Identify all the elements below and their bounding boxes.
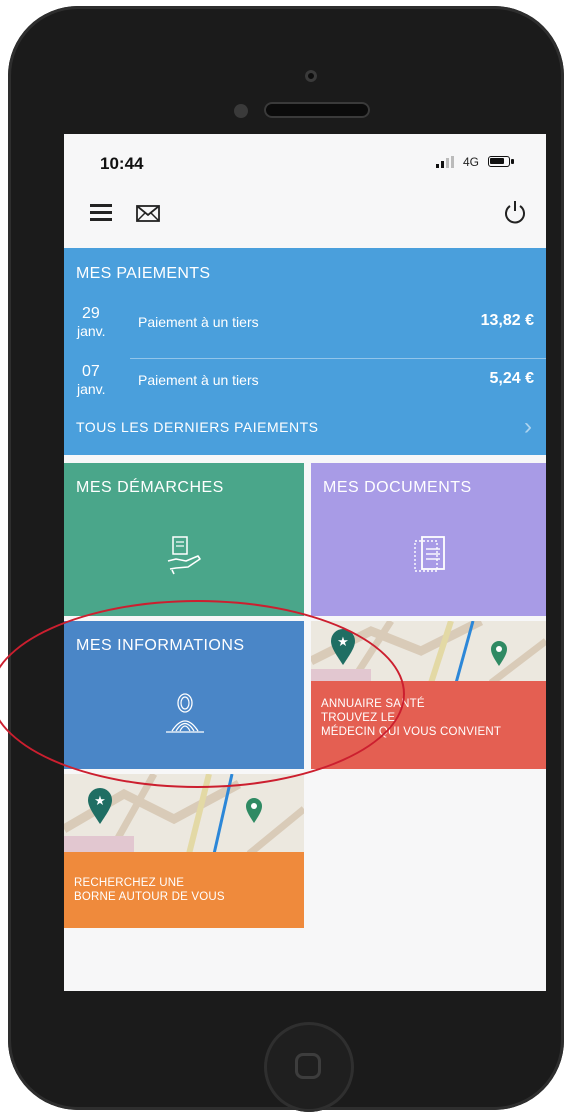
payments-title: MES PAIEMENTS	[76, 265, 211, 282]
demarches-tile[interactable]: MES DÉMARCHES	[64, 463, 304, 616]
network-label: 4G	[463, 155, 480, 169]
document-stack-icon	[414, 536, 445, 572]
camera-icon	[305, 70, 317, 82]
annuaire-line-2: TROUVEZ LE	[321, 712, 396, 724]
payment-label: Paiement à un tiers	[138, 314, 259, 330]
home-button[interactable]	[264, 1022, 354, 1112]
chevron-right-icon[interactable]: ›	[524, 413, 532, 441]
payments-tile[interactable]: MES PAIEMENTS 29 janv. Paiement à un tie…	[64, 248, 546, 455]
payment-amount: 5,24 €	[489, 370, 534, 387]
speaker-grill	[264, 102, 370, 118]
power-icon[interactable]	[503, 199, 527, 225]
all-payments-link[interactable]: TOUS LES DERNIERS PAIEMENTS	[76, 419, 318, 435]
annuaire-line-3: MÉDECIN QUI VOUS CONVIENT	[321, 726, 502, 738]
annuaire-line-1: ANNUAIRE SANTÉ	[321, 698, 425, 710]
demarches-label: MES DÉMARCHES	[76, 479, 224, 496]
payment-day: 29	[82, 305, 100, 322]
borne-line-1: RECHERCHEZ UNE	[74, 877, 185, 889]
informations-label: MES INFORMATIONS	[76, 637, 245, 654]
annuaire-tile[interactable]: ★ ANNUAIRE SANTÉ TROUVEZ LE MÉDECIN QUI …	[311, 621, 546, 769]
borne-banner: RECHERCHEZ UNE BORNE AUTOUR DE VOUS	[64, 852, 304, 928]
map-pin-icon	[246, 798, 262, 823]
sensor	[234, 104, 248, 118]
payment-amount: 13,82 €	[480, 312, 534, 329]
borne-line-2: BORNE AUTOUR DE VOUS	[74, 891, 225, 903]
map-pin-icon	[491, 641, 507, 666]
hand-document-icon	[167, 536, 201, 575]
menu-icon[interactable]	[90, 203, 112, 223]
signal-icon	[436, 156, 456, 168]
svg-text:★: ★	[94, 793, 106, 808]
fingerprint-person-icon	[166, 693, 204, 733]
payment-month: janv.	[77, 323, 106, 339]
annuaire-banner: ANNUAIRE SANTÉ TROUVEZ LE MÉDECIN QUI VO…	[311, 681, 546, 769]
informations-tile[interactable]: MES INFORMATIONS	[64, 621, 304, 769]
payment-day: 07	[82, 363, 100, 380]
status-time: 10:44	[100, 154, 144, 173]
app-screen: 10:44 4G MES PAIEMENTS 29 janv. Paiement…	[64, 134, 546, 991]
mail-icon[interactable]	[136, 205, 160, 222]
payment-label: Paiement à un tiers	[138, 372, 259, 388]
payment-month: janv.	[77, 381, 106, 397]
map-pin-icon: ★	[331, 629, 355, 665]
battery-icon	[488, 156, 514, 167]
app-toolbar	[64, 186, 546, 244]
payment-row[interactable]: 29 janv. Paiement à un tiers 13,82 €	[64, 303, 546, 351]
map-pin-icon: ★	[88, 788, 112, 824]
borne-tile[interactable]: ★ RECHERCHEZ UNE BORNE AUTOUR DE VOUS	[64, 774, 304, 928]
payment-row[interactable]: 07 janv. Paiement à un tiers 5,24 €	[64, 361, 546, 409]
phone-frame: 10:44 4G MES PAIEMENTS 29 janv. Paiement…	[8, 6, 564, 1112]
payment-divider	[130, 358, 546, 359]
svg-text:★: ★	[337, 634, 349, 649]
documents-label: MES DOCUMENTS	[323, 479, 472, 496]
status-bar: 10:44 4G	[64, 134, 546, 186]
documents-tile[interactable]: MES DOCUMENTS	[311, 463, 546, 616]
